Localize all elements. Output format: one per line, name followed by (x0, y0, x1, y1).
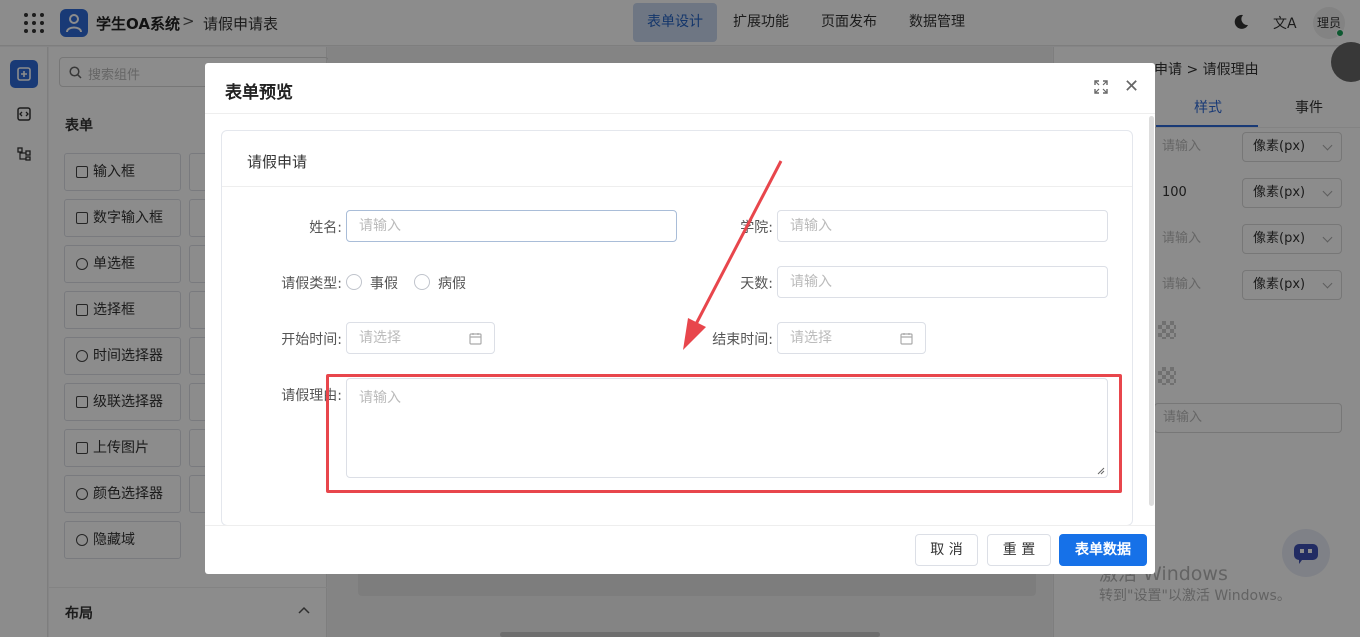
annotation-arrow-icon (683, 160, 783, 350)
